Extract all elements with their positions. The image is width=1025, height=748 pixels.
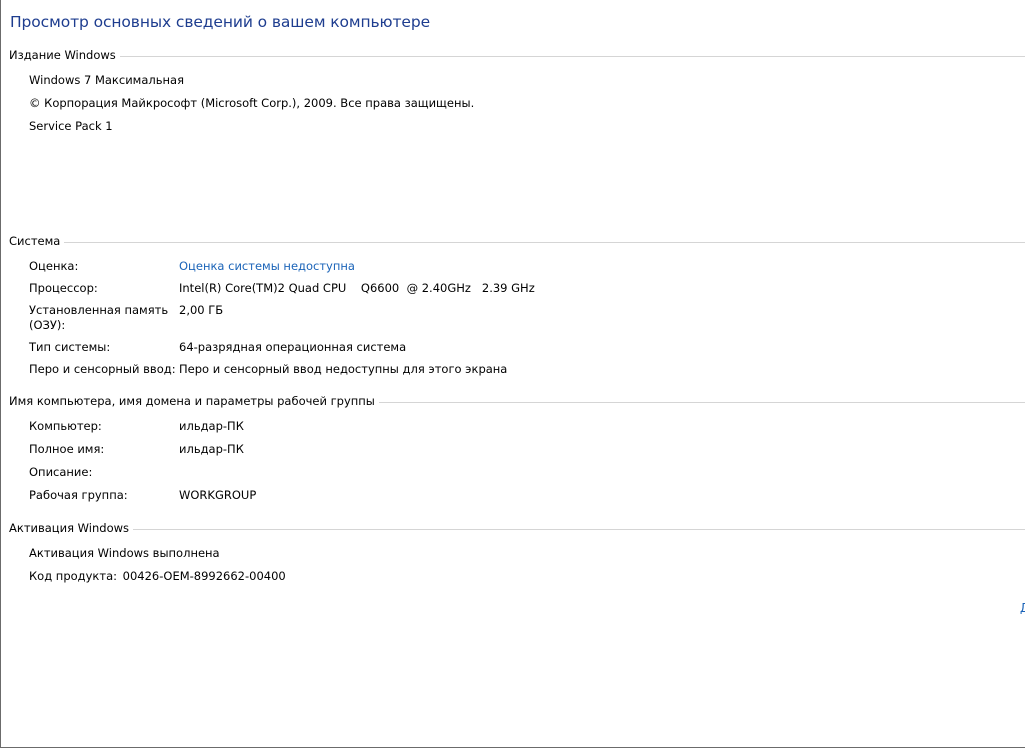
section-label: Имя компьютера, имя домена и параметры р… [9, 394, 379, 408]
description-label: Описание: [29, 465, 93, 479]
section-label: Активация Windows [9, 521, 134, 535]
system-type-label: Тип системы: [29, 340, 111, 354]
section-header-system: Система [9, 234, 1025, 250]
activation-status: Активация Windows выполнена [29, 546, 220, 560]
workgroup-label: Рабочая группа: [29, 488, 128, 502]
section-divider [9, 529, 1025, 530]
rating-link[interactable]: Оценка системы недоступна [179, 259, 355, 273]
page-title: Просмотр основных сведений о вашем компь… [10, 13, 431, 31]
rating-label: Оценка: [29, 259, 79, 273]
section-label: Система [9, 234, 65, 248]
section-header-activation: Активация Windows [9, 521, 1025, 537]
section-header-computer-name: Имя компьютера, имя домена и параметры р… [9, 394, 1025, 410]
workgroup-value: WORKGROUP [179, 488, 257, 502]
fullname-label: Полное имя: [29, 442, 105, 456]
computer-value: ильдар-ПК [179, 419, 244, 433]
copyright-text: © Корпорация Майкрософт (Microsoft Corp.… [29, 96, 475, 110]
windows-edition-name: Windows 7 Максимальная [29, 73, 185, 87]
service-pack: Service Pack 1 [29, 119, 113, 133]
product-key-label: Код продукта: [29, 569, 117, 583]
processor-value: Intel(R) Core(TM)2 Quad CPU Q6600 @ 2.40… [179, 281, 535, 295]
section-divider [9, 56, 1025, 57]
ram-label: Установленная память [29, 303, 169, 317]
section-divider [9, 242, 1025, 243]
ram-value: 2,00 ГБ [179, 303, 224, 317]
processor-label: Процессор: [29, 281, 98, 295]
system-type-value: 64-разрядная операционная система [179, 340, 407, 354]
fullname-value: ильдар-ПК [179, 442, 244, 456]
pen-touch-value: Перо и сенсорный ввод недоступны для это… [179, 362, 508, 376]
computer-label: Компьютер: [29, 419, 102, 433]
ram-label-cont: (ОЗУ): [29, 318, 66, 332]
product-key-row: Код продукта: 00426-OEM-8992662-00400 [29, 569, 286, 583]
product-key-value: 00426-OEM-8992662-00400 [122, 569, 286, 583]
pen-touch-label: Перо и сенсорный ввод: [29, 362, 176, 376]
change-product-key-link[interactable]: Д [1020, 601, 1025, 615]
section-label: Издание Windows [9, 48, 120, 62]
section-header-windows-edition: Издание Windows [9, 48, 1025, 64]
